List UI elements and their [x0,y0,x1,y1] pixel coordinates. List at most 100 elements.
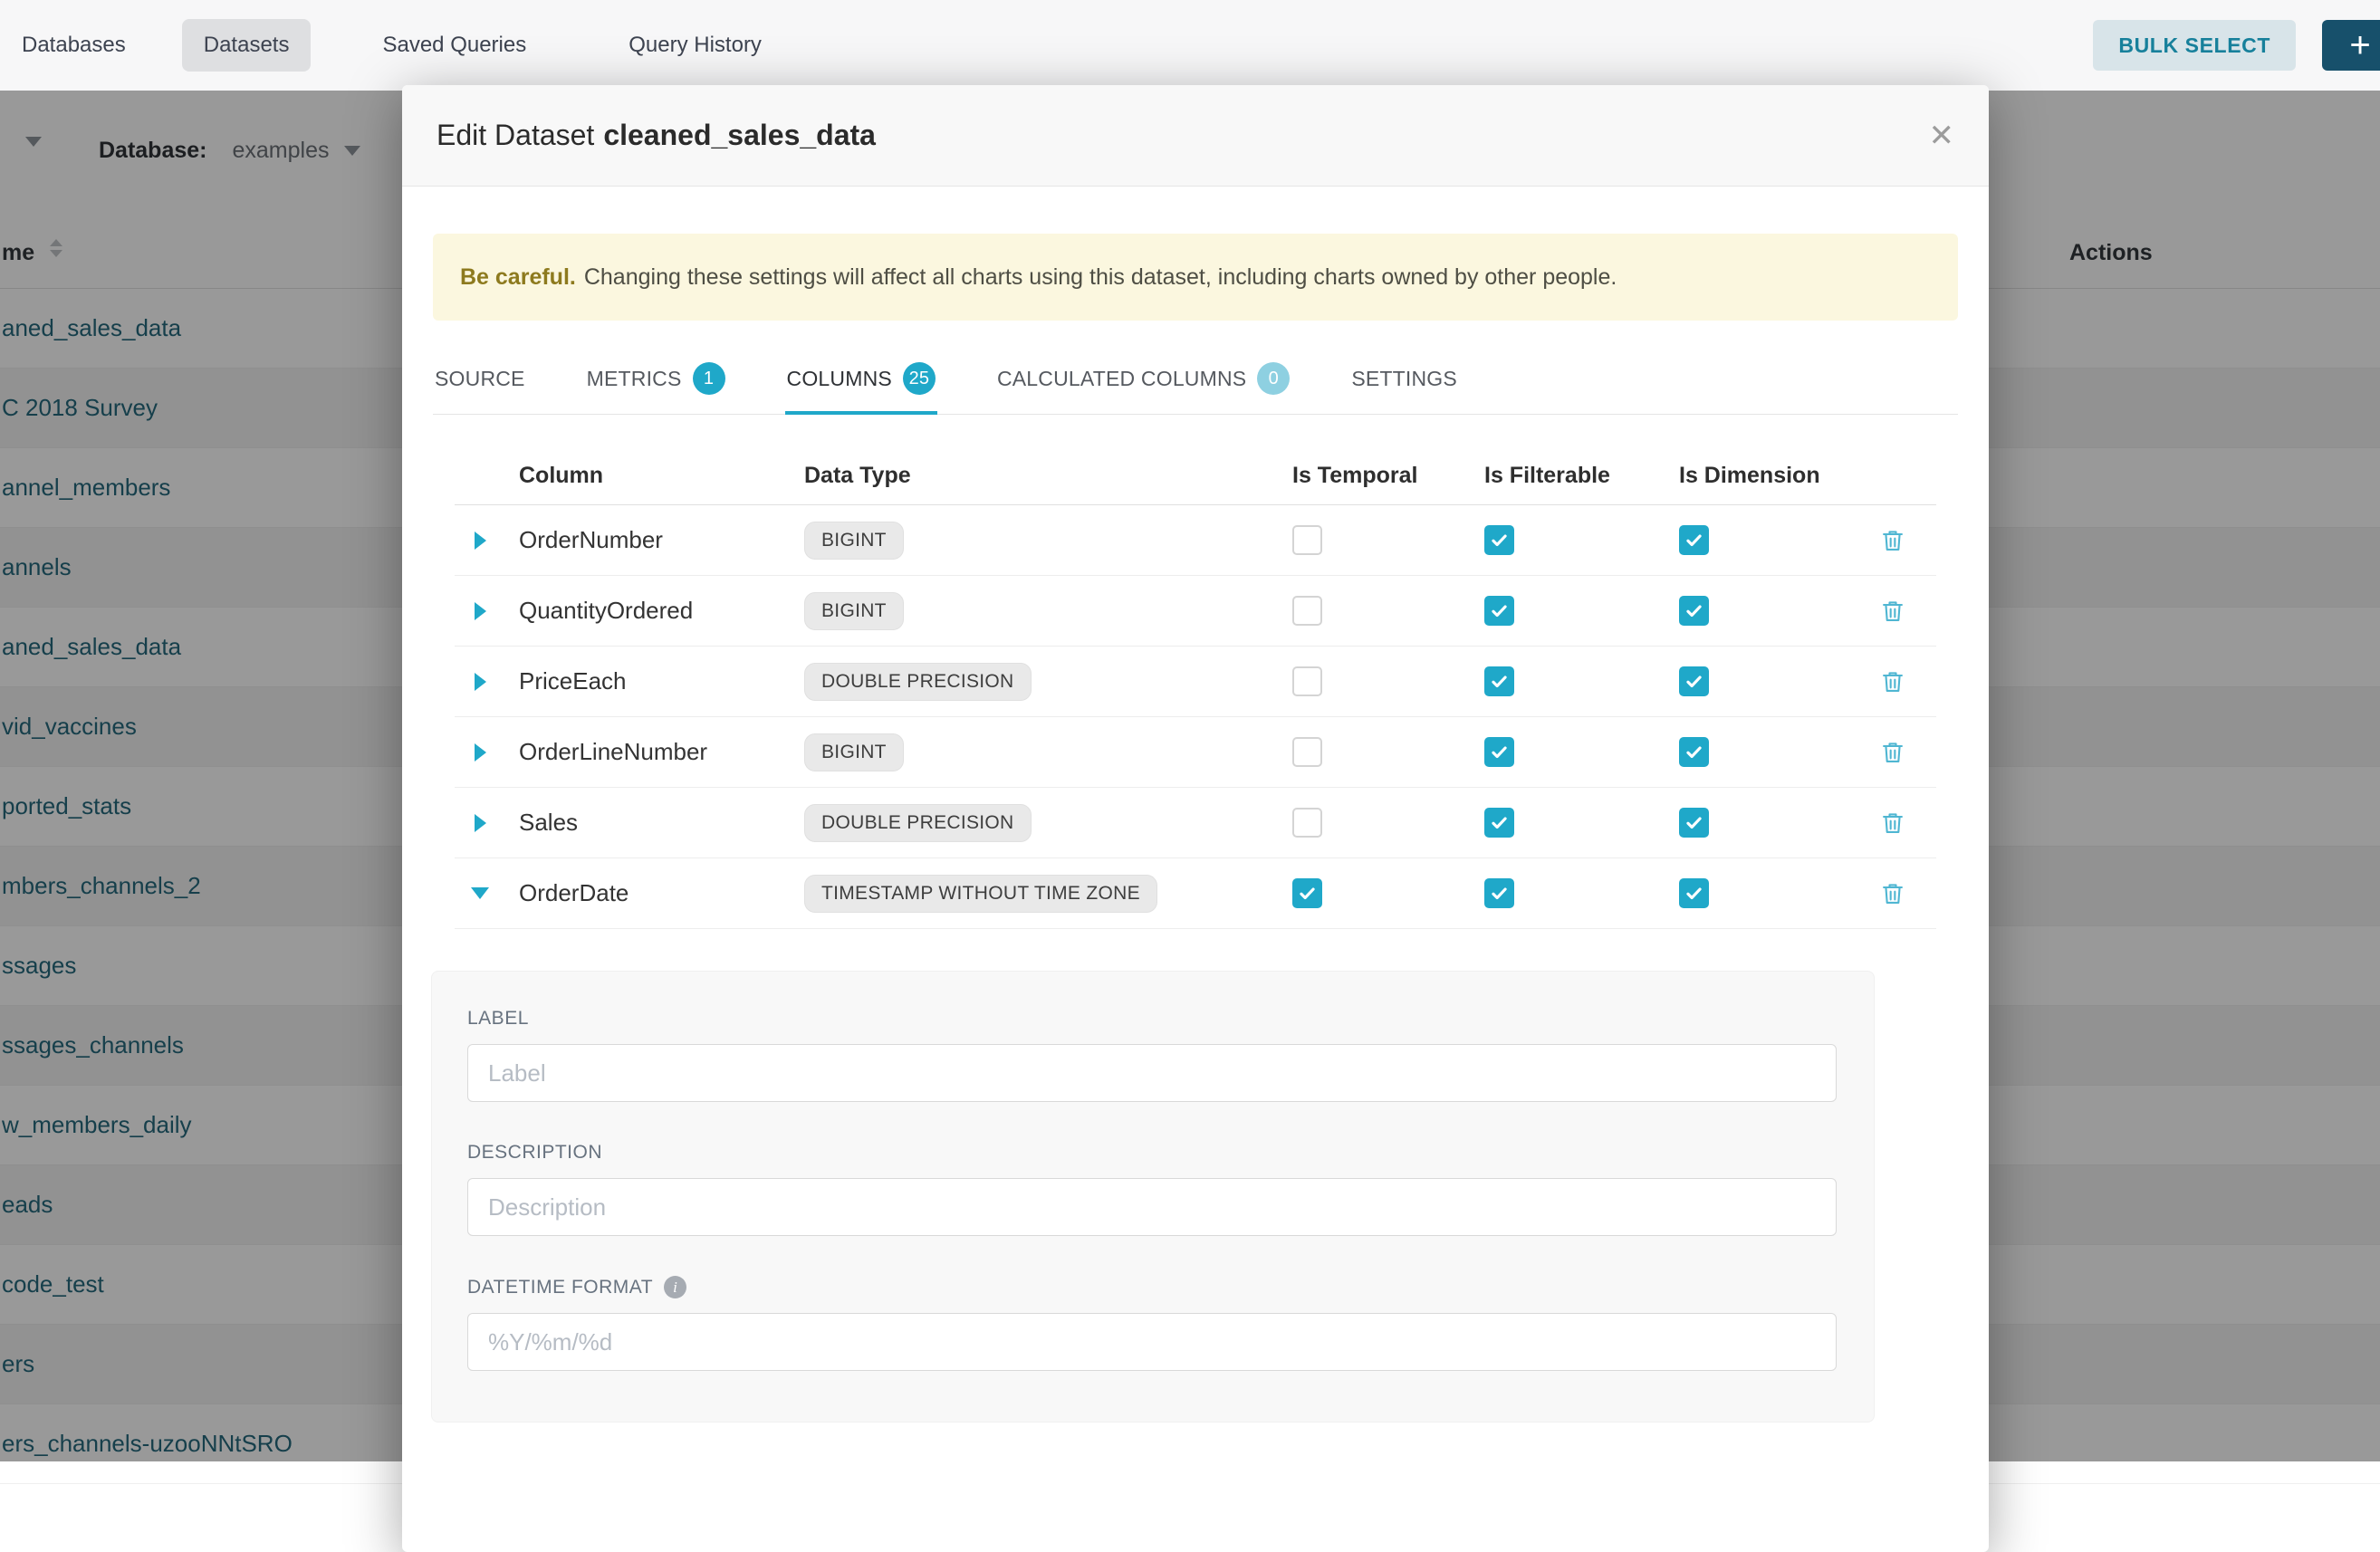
is-dimension-checkbox[interactable] [1679,596,1709,626]
trash-icon[interactable] [1880,528,1905,553]
nav-item-saved-queries[interactable]: Saved Queries [360,19,548,72]
header-is-temporal: Is Temporal [1292,463,1484,489]
modal-body: Be careful. Changing these settings will… [402,187,1989,1423]
column-row: Sales DOUBLE PRECISION [455,788,1936,858]
trash-icon[interactable] [1880,810,1905,836]
edit-dataset-modal: Edit Datasetcleaned_sales_data ✕ Be care… [402,85,1989,1552]
expand-caret-icon[interactable] [455,814,505,832]
warning-text: Changing these settings will affect all … [584,264,1617,291]
is-dimension-checkbox[interactable] [1679,808,1709,838]
data-type-pill: BIGINT [804,733,904,771]
is-temporal-cell [1292,878,1484,908]
trash-icon[interactable] [1880,740,1905,765]
metrics-count-badge: 1 [693,362,725,395]
trash-icon[interactable] [1880,669,1905,695]
warning-lead: Be careful. [460,264,576,291]
add-dataset-button[interactable]: + [2322,20,2380,71]
expand-caret-icon[interactable] [455,602,505,620]
datetime-format-field-label: DATETIME FORMAT [467,1277,653,1298]
column-row: OrderDate TIMESTAMP WITHOUT TIME ZONE [455,858,1936,929]
is-dimension-cell [1679,878,1849,908]
tab-calculated-columns-label: CALCULATED COLUMNS [997,367,1246,391]
column-type-cell: TIMESTAMP WITHOUT TIME ZONE [804,875,1292,913]
is-filterable-checkbox[interactable] [1484,808,1514,838]
columns-table: Column Data Type Is Temporal Is Filterab… [455,447,1936,929]
is-dimension-checkbox[interactable] [1679,666,1709,696]
plus-icon: + [2349,25,2370,66]
warning-banner: Be careful. Changing these settings will… [433,234,1958,321]
is-filterable-cell [1484,525,1679,555]
is-temporal-checkbox[interactable] [1292,525,1322,555]
tab-calculated-columns[interactable]: CALCULATED COLUMNS 0 [995,348,1291,415]
column-name: OrderLineNumber [505,738,804,766]
is-filterable-checkbox[interactable] [1484,666,1514,696]
tab-source[interactable]: SOURCE [433,348,527,415]
modal-title: Edit Datasetcleaned_sales_data [437,119,876,152]
is-dimension-checkbox[interactable] [1679,525,1709,555]
is-temporal-checkbox[interactable] [1292,808,1322,838]
close-icon[interactable]: ✕ [1929,120,1955,151]
is-temporal-checkbox[interactable] [1292,878,1322,908]
nav-item-datasets[interactable]: Datasets [182,19,312,72]
tab-settings-label: SETTINGS [1351,367,1457,391]
modal-header: Edit Datasetcleaned_sales_data ✕ [402,85,1989,187]
delete-column-cell [1849,881,1936,906]
expand-caret-icon[interactable] [455,887,505,899]
expand-caret-icon[interactable] [455,673,505,691]
description-field: DESCRIPTION [467,1142,1874,1236]
is-filterable-checkbox[interactable] [1484,525,1514,555]
is-filterable-cell [1484,808,1679,838]
is-dimension-checkbox[interactable] [1679,737,1709,767]
column-name: PriceEach [505,667,804,695]
nav-item-query-history[interactable]: Query History [607,19,783,72]
is-temporal-checkbox[interactable] [1292,666,1322,696]
is-dimension-cell [1679,737,1849,767]
is-dimension-cell [1679,808,1849,838]
label-input[interactable] [467,1044,1837,1102]
column-type-cell: BIGINT [804,733,1292,771]
trash-icon[interactable] [1880,881,1905,906]
header-column: Column [505,463,804,489]
is-dimension-checkbox[interactable] [1679,878,1709,908]
tab-metrics-label: METRICS [587,367,682,391]
data-type-pill: BIGINT [804,522,904,560]
is-filterable-checkbox[interactable] [1484,596,1514,626]
is-filterable-cell [1484,878,1679,908]
delete-column-cell [1849,599,1936,624]
tab-columns[interactable]: COLUMNS 25 [785,348,937,415]
is-filterable-cell [1484,737,1679,767]
column-name: QuantityOrdered [505,597,804,625]
is-filterable-checkbox[interactable] [1484,737,1514,767]
is-filterable-cell [1484,596,1679,626]
is-filterable-checkbox[interactable] [1484,878,1514,908]
is-temporal-cell [1292,666,1484,696]
column-name: Sales [505,809,804,837]
calculated-columns-count-badge: 0 [1257,362,1290,395]
is-dimension-cell [1679,596,1849,626]
expand-caret-icon[interactable] [455,532,505,550]
modal-title-prefix: Edit Dataset [437,119,594,151]
data-type-pill: BIGINT [804,592,904,630]
is-temporal-cell [1292,808,1484,838]
tab-metrics[interactable]: METRICS 1 [585,348,727,415]
nav-item-databases[interactable]: Databases [0,19,148,72]
header-is-filterable: Is Filterable [1484,463,1679,489]
is-dimension-cell [1679,525,1849,555]
expand-caret-icon[interactable] [455,743,505,762]
description-input[interactable] [467,1178,1837,1236]
trash-icon[interactable] [1880,599,1905,624]
info-icon[interactable]: i [664,1276,686,1298]
header-is-dimension: Is Dimension [1679,463,1849,489]
is-temporal-checkbox[interactable] [1292,737,1322,767]
datetime-format-input[interactable] [467,1313,1837,1371]
is-temporal-cell [1292,525,1484,555]
bulk-select-button[interactable]: BULK SELECT [2093,20,2296,71]
column-type-cell: DOUBLE PRECISION [804,663,1292,701]
columns-table-body: OrderNumber BIGINT QuantityOrdered BIGIN… [455,505,1936,929]
is-temporal-checkbox[interactable] [1292,596,1322,626]
column-name: OrderDate [505,879,804,907]
columns-count-badge: 25 [903,362,936,395]
tab-settings[interactable]: SETTINGS [1349,348,1459,415]
header-data-type: Data Type [804,463,1292,489]
label-field: LABEL [467,1008,1874,1102]
